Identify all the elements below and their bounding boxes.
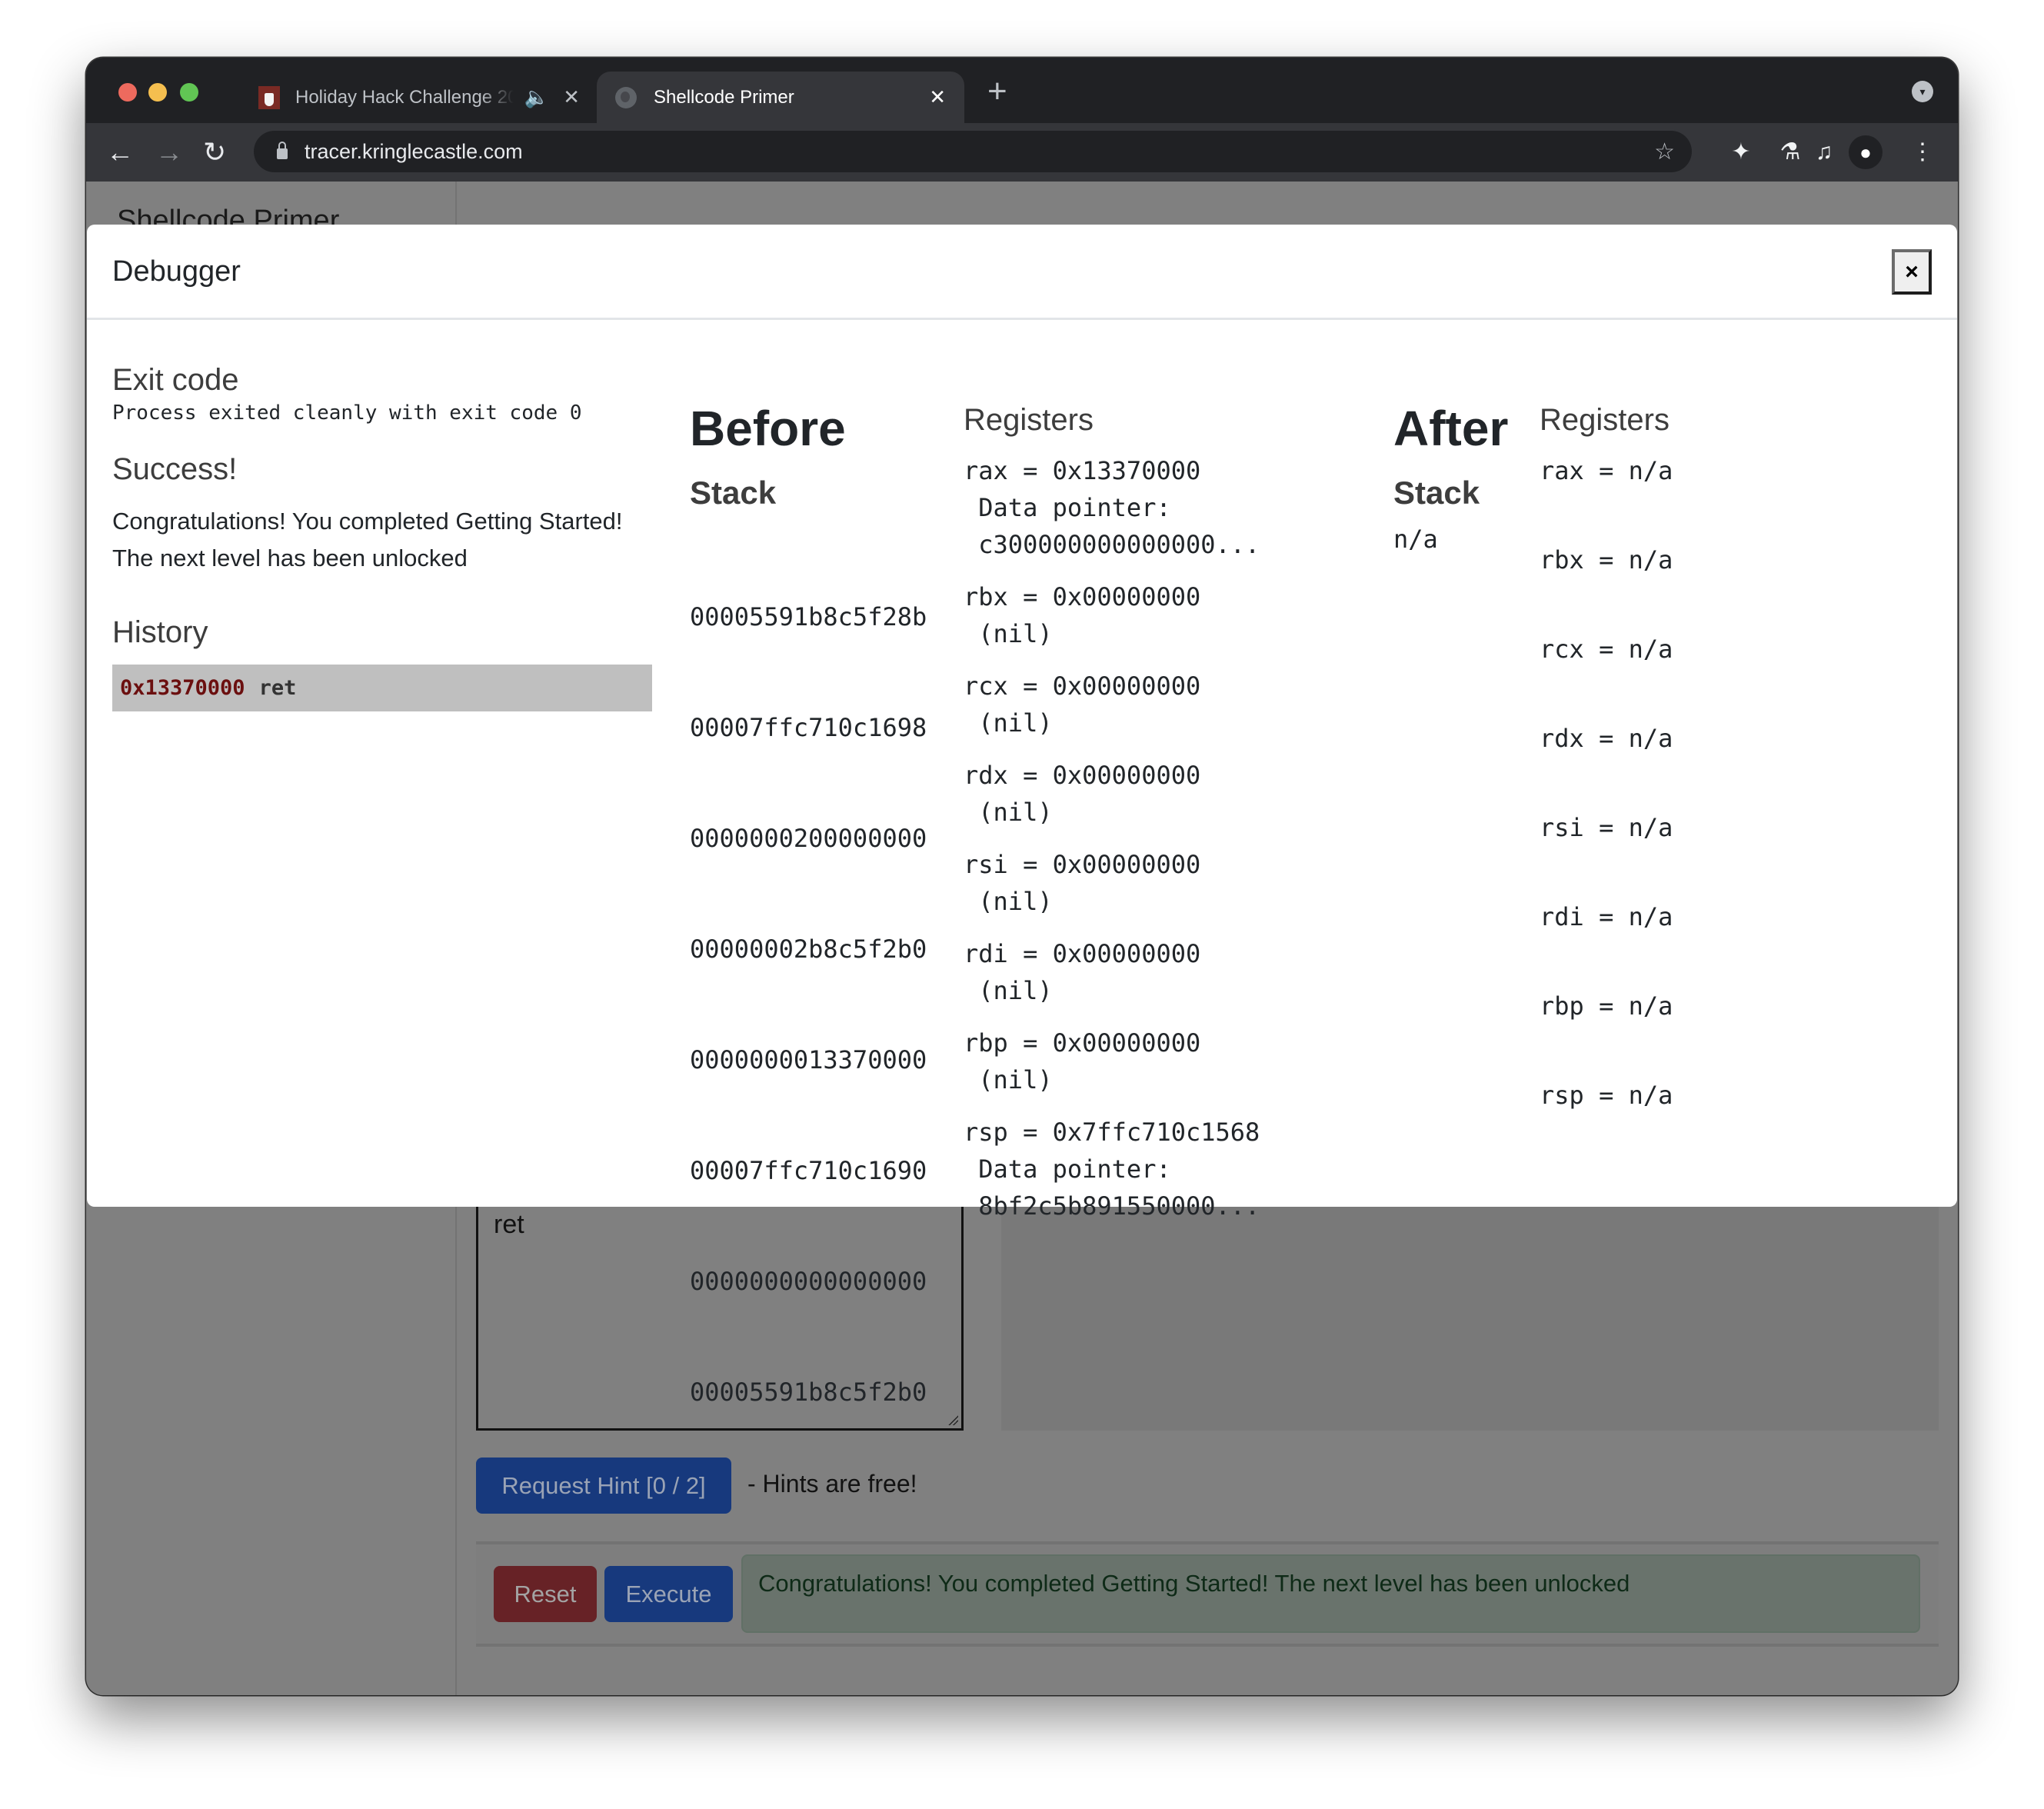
labs-flask-icon[interactable]: ⚗ xyxy=(1775,137,1806,168)
after-stack-heading: Stack xyxy=(1393,475,1480,511)
santa-icon xyxy=(258,85,280,109)
after-register-rbx: rbx = n/a xyxy=(1540,545,1673,575)
tab-strip: Holiday Hack Challenge 2021 🔈 ✕ Shellcod… xyxy=(86,58,1958,123)
browser-toolbar: ← → ↻ tracer.kringlecastle.com ☆ ✦ ⚗ ♫ ●… xyxy=(86,123,1958,182)
bookmark-star-icon[interactable]: ☆ xyxy=(1654,138,1675,165)
register-detail: (nil) xyxy=(964,1065,1053,1094)
register-value: rdx = 0x00000000 xyxy=(964,761,1201,790)
history-entry[interactable]: 0x13370000 ret xyxy=(112,665,652,711)
stack-entry: 0000000200000000 xyxy=(690,824,927,853)
register-value: rax = 0x13370000 xyxy=(964,456,1201,485)
after-stack-value: n/a xyxy=(1393,525,1438,554)
stack-entry: 00005591b8c5f2b0 xyxy=(690,1378,927,1407)
register-rsi: rsi = 0x00000000 (nil) xyxy=(964,846,1260,920)
editor-value: ret xyxy=(494,1210,524,1239)
success-alert: Congratulations! You completed Getting S… xyxy=(741,1554,1920,1633)
close-tab-icon[interactable]: ✕ xyxy=(929,85,946,109)
tab-title: Holiday Hack Challenge 2021 xyxy=(295,86,514,108)
close-window-button[interactable] xyxy=(118,83,137,102)
register-detail: Data pointer: xyxy=(964,493,1171,522)
register-rbp: rbp = 0x00000000 (nil) xyxy=(964,1024,1260,1098)
history-instruction: ret xyxy=(258,676,297,700)
after-register-rdi: rdi = n/a xyxy=(1540,902,1673,931)
tab-search-button[interactable]: ▾ xyxy=(1912,81,1933,102)
kebab-menu-icon[interactable]: ⋮ xyxy=(1907,137,1938,168)
register-value: rsi = 0x00000000 xyxy=(964,850,1201,879)
browser-window: Holiday Hack Challenge 2021 🔈 ✕ Shellcod… xyxy=(86,58,1958,1695)
tab-holiday-hack-challenge[interactable]: Holiday Hack Challenge 2021 🔈 ✕ xyxy=(240,72,598,123)
register-rdx: rdx = 0x00000000 (nil) xyxy=(964,757,1260,831)
execute-button[interactable]: Execute xyxy=(604,1566,733,1622)
stack-entry: 00000002b8c5f2b0 xyxy=(690,934,927,964)
stack-entry: 00007ffc710c1698 xyxy=(690,713,927,742)
debugger-modal: Debugger × Exit code Process exited clea… xyxy=(87,225,1957,1407)
extensions-puzzle-icon[interactable]: ✦ xyxy=(1726,137,1756,168)
maximize-window-button[interactable] xyxy=(180,83,198,102)
close-modal-button[interactable]: × xyxy=(1892,249,1932,295)
register-detail: 8bf2c5b891550000... xyxy=(964,1191,1260,1221)
media-control-icon[interactable]: ♫ xyxy=(1809,137,1839,168)
modal-title: Debugger xyxy=(112,255,241,288)
before-stack-heading: Stack xyxy=(690,475,777,511)
register-value: rcx = 0x00000000 xyxy=(964,671,1201,701)
tab-title: Shellcode Primer xyxy=(654,86,794,108)
register-value: rbx = 0x00000000 xyxy=(964,582,1201,611)
before-registers-list: rax = 0x13370000 Data pointer: c30000000… xyxy=(964,452,1260,1240)
lock-icon[interactable] xyxy=(277,142,288,159)
profile-glyph: ● xyxy=(1859,140,1872,164)
after-register-rcx: rcx = n/a xyxy=(1540,635,1673,664)
globe-icon xyxy=(615,86,637,108)
history-heading: History xyxy=(112,615,208,649)
after-register-rbp: rbp = n/a xyxy=(1540,991,1673,1021)
after-register-rdx: rdx = n/a xyxy=(1540,724,1673,753)
back-arrow-icon[interactable]: ← xyxy=(106,134,134,171)
new-tab-button[interactable]: + xyxy=(987,73,1007,110)
before-registers-heading: Registers xyxy=(964,403,1094,437)
register-detail: Data pointer: xyxy=(964,1154,1171,1184)
after-registers-list: rax = n/a rbx = n/a rcx = n/a rdx = n/a … xyxy=(1540,452,1673,1166)
register-value: rdi = 0x00000000 xyxy=(964,939,1201,968)
register-detail: (nil) xyxy=(964,619,1053,648)
history-address: 0x13370000 xyxy=(120,676,245,700)
register-rdi: rdi = 0x00000000 (nil) xyxy=(964,935,1260,1009)
before-stack-list: 00005591b8c5f28b 00007ffc710c1698 000000… xyxy=(690,525,927,1484)
after-register-rax: rax = n/a xyxy=(1540,456,1673,485)
close-tab-icon[interactable]: ✕ xyxy=(563,85,580,109)
exit-code-text: Process exited cleanly with exit code 0 xyxy=(112,401,582,425)
tab-shellcode-primer[interactable]: Shellcode Primer ✕ xyxy=(597,72,964,123)
register-detail: (nil) xyxy=(964,708,1053,738)
register-rax: rax = 0x13370000 Data pointer: c30000000… xyxy=(964,452,1260,563)
register-detail: c300000000000000... xyxy=(964,530,1260,559)
stack-entry: 0000000000000000 xyxy=(690,1267,927,1296)
register-rcx: rcx = 0x00000000 (nil) xyxy=(964,668,1260,741)
after-heading: After xyxy=(1393,401,1509,456)
register-detail: (nil) xyxy=(964,976,1053,1005)
register-detail: (nil) xyxy=(964,798,1053,827)
minimize-window-button[interactable] xyxy=(148,83,167,102)
after-register-rsi: rsi = n/a xyxy=(1540,813,1673,842)
success-heading: Success! xyxy=(112,452,238,486)
reload-icon[interactable]: ↻ xyxy=(203,134,226,171)
register-value: rbp = 0x00000000 xyxy=(964,1028,1201,1058)
register-detail: (nil) xyxy=(964,887,1053,916)
success-text: Congratulations! You completed Getting S… xyxy=(112,508,623,571)
stack-entry: 00005591b8c5f28b xyxy=(690,602,927,631)
stack-entry: 0000000013370000 xyxy=(690,1045,927,1074)
speaker-icon[interactable]: 🔈 xyxy=(524,85,549,109)
profile-avatar-icon[interactable]: ● xyxy=(1849,135,1883,169)
resize-handle[interactable] xyxy=(947,1414,958,1425)
register-rbx: rbx = 0x00000000 (nil) xyxy=(964,578,1260,652)
forward-arrow-icon[interactable]: → xyxy=(155,134,183,171)
stack-entry: 00007ffc710c1690 xyxy=(690,1156,927,1185)
exit-code-heading: Exit code xyxy=(112,363,239,397)
before-heading: Before xyxy=(690,401,846,456)
reset-button[interactable]: Reset xyxy=(494,1566,597,1622)
modal-header: Debugger × xyxy=(87,225,1957,320)
register-rsp: rsp = 0x7ffc710c1568 Data pointer: 8bf2c… xyxy=(964,1114,1260,1224)
url-text[interactable]: tracer.kringlecastle.com xyxy=(305,140,1654,164)
after-registers-heading: Registers xyxy=(1540,403,1669,437)
register-value: rsp = 0x7ffc710c1568 xyxy=(964,1118,1260,1147)
after-register-rsp: rsp = n/a xyxy=(1540,1081,1673,1110)
address-bar[interactable]: tracer.kringlecastle.com ☆ xyxy=(254,131,1692,172)
